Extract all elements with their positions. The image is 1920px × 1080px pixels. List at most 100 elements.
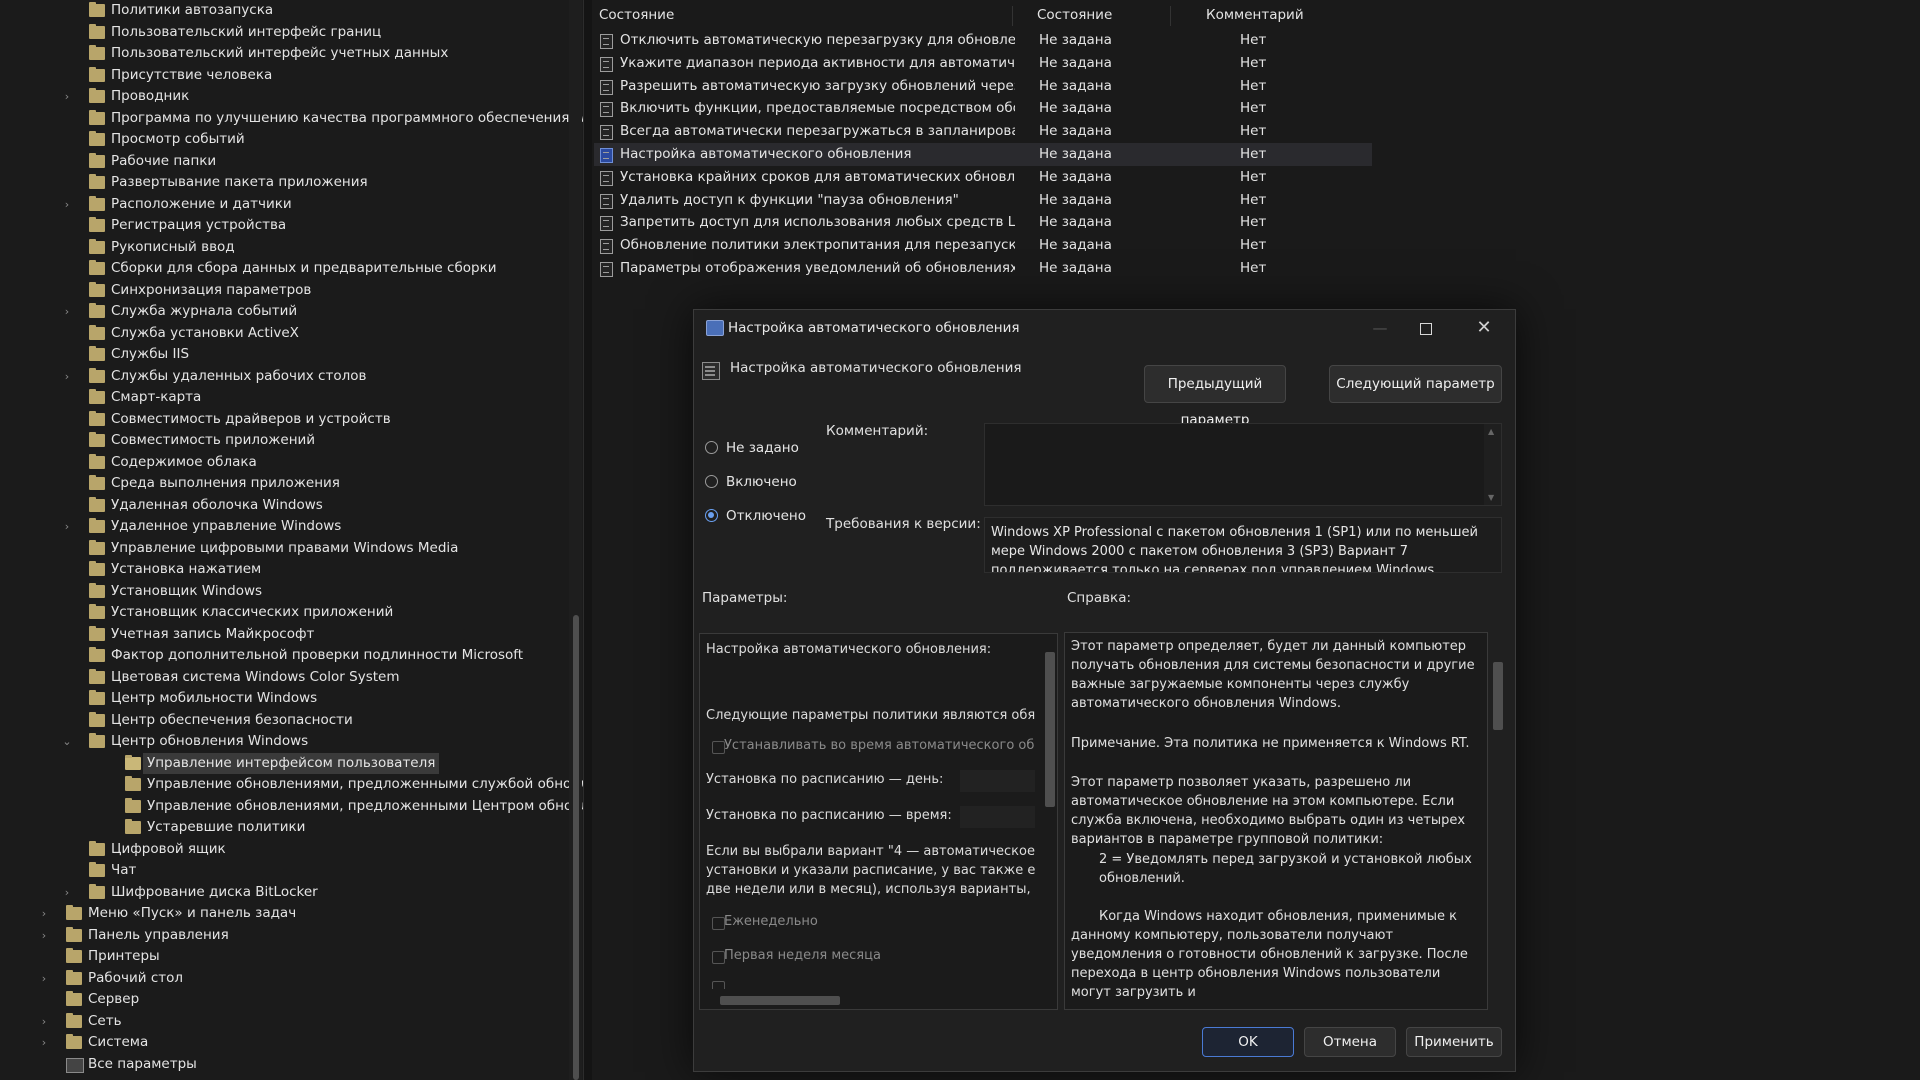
column-header-setting[interactable]: Состояние (599, 4, 674, 26)
tree-item-label: Сервер (88, 991, 140, 1007)
chevron-right-icon[interactable]: › (61, 366, 73, 388)
weekly-checkbox[interactable]: Еженедельно (706, 914, 818, 930)
policy-row[interactable]: Отключить автоматическую перезагрузку дл… (594, 29, 1372, 52)
tree-item-label: Управление обновлениями, предложенными Ц… (147, 797, 583, 814)
chevron-right-icon[interactable]: › (38, 1011, 50, 1033)
folder-icon (89, 195, 105, 211)
tree-item-label: Система (88, 1034, 149, 1050)
column-separator[interactable] (1012, 6, 1013, 26)
policy-row[interactable]: Укажите диапазон периода активности для … (594, 52, 1372, 75)
close-button[interactable]: ✕ (1461, 310, 1507, 346)
chevron-right-icon[interactable]: › (61, 86, 73, 108)
chevron-down-icon[interactable]: ⌄ (61, 731, 73, 753)
dialog-titlebar[interactable]: Настройка автоматического обновления — ✕ (694, 310, 1515, 346)
policy-name: Установка крайних сроков для автоматичес… (620, 168, 1015, 185)
comment-scrollbar[interactable]: ▲ ▼ (1484, 424, 1501, 505)
tree-item-label: Совместимость драйверов и устройств (111, 410, 391, 427)
policy-name: Всегда автоматически перезагружаться в з… (620, 123, 1015, 140)
folder-icon (89, 66, 105, 82)
options-horizontal-scrollbar[interactable] (720, 996, 840, 1005)
policy-comment: Нет (1240, 191, 1267, 208)
folder-icon (89, 367, 105, 383)
policy-comment: Нет (1240, 168, 1267, 185)
help-scrollbar[interactable] (1492, 632, 1504, 1008)
policy-row[interactable]: Обновление политики электропитания для п… (594, 234, 1372, 257)
policy-row[interactable]: Удалить доступ к функции "пауза обновлен… (594, 189, 1372, 212)
folder-icon (66, 948, 82, 963)
chevron-right-icon[interactable]: › (38, 1032, 50, 1054)
radio-circle[interactable] (705, 441, 718, 454)
tree-item-label: Учетная запись Майкрософт (111, 625, 315, 642)
policy-icon (600, 56, 613, 72)
previous-setting-button[interactable]: Предыдущий параметр (1144, 365, 1286, 428)
options-vertical-scrollbar[interactable] (1045, 652, 1055, 807)
tree-item-label: Проводник (111, 88, 190, 104)
chevron-right-icon[interactable]: › (61, 301, 73, 323)
chevron-right-icon[interactable]: › (61, 516, 73, 538)
policy-row[interactable]: Установка крайних сроков для автоматичес… (594, 166, 1372, 189)
tree-item-label: Управление интерфейсом пользователя (143, 752, 440, 774)
scroll-up-icon[interactable]: ▲ (1488, 427, 1494, 436)
checkbox-box[interactable] (712, 917, 725, 930)
checkbox-box[interactable] (712, 981, 725, 989)
chevron-right-icon[interactable]: › (38, 968, 50, 990)
chevron-right-icon[interactable]: › (61, 882, 73, 904)
tree-item-label: Панель управления (88, 926, 229, 943)
comment-textarea[interactable]: ▲ ▼ (984, 423, 1502, 506)
chevron-right-icon[interactable]: › (38, 903, 50, 925)
scroll-down-icon[interactable]: ▼ (1488, 493, 1494, 502)
policy-state: Не задана (1039, 146, 1112, 162)
tree-scrollbar-thumb[interactable] (573, 615, 579, 1080)
checkbox-box[interactable] (712, 741, 725, 754)
install-during-maintenance-checkbox[interactable]: Устанавливать во время автоматического о… (706, 738, 1035, 754)
folder-icon (89, 389, 105, 404)
policy-row[interactable]: Настройка автоматического обновления Не з… (594, 143, 1372, 166)
policy-row[interactable]: Включить функции, предоставляемые посред… (594, 97, 1372, 120)
schedule-day-select[interactable] (960, 770, 1035, 792)
help-paragraph: Когда Windows находит обновления, примен… (1071, 909, 1468, 1000)
policy-row[interactable]: Всегда автоматически перезагружаться в з… (594, 120, 1372, 143)
radio-circle[interactable] (705, 475, 718, 488)
minimize-button[interactable]: — (1357, 310, 1403, 346)
maximize-button[interactable] (1403, 310, 1449, 346)
tree-item-label: Управление цифровыми правами Windows Med… (111, 539, 459, 556)
options-title: Настройка автоматического обновления: (706, 642, 992, 657)
column-header-state[interactable]: Состояние (1037, 4, 1112, 26)
list-header: Состояние Состояние Комментарий (592, 4, 1372, 26)
folder-icon (89, 131, 105, 146)
setting-name: Настройка автоматического обновления (730, 360, 1022, 376)
tree-scrollbar[interactable] (569, 0, 582, 1080)
help-panel: Этот параметр определяет, будет ли данны… (1064, 632, 1488, 1010)
checkbox-box[interactable] (712, 951, 725, 964)
radio-circle[interactable] (705, 509, 718, 522)
navigation-tree[interactable]: Политики автозапуска Пользовательский инт… (0, 0, 583, 1080)
policy-comment: Нет (1240, 237, 1267, 254)
apply-button[interactable]: Применить (1406, 1027, 1502, 1057)
chevron-right-icon[interactable]: › (61, 194, 73, 216)
policy-row[interactable]: Параметры отображения уведомлений об обн… (594, 257, 1372, 280)
next-setting-button[interactable]: Следующий параметр (1329, 365, 1502, 403)
chevron-right-icon[interactable]: › (38, 925, 50, 947)
folder-icon (89, 668, 105, 684)
pane-divider[interactable] (583, 0, 592, 1080)
first-week-checkbox[interactable]: Первая неделя месяца (706, 948, 881, 964)
help-scrollbar-thumb[interactable] (1493, 662, 1503, 730)
column-header-comment[interactable]: Комментарий (1206, 4, 1304, 26)
tree-item-label: Устаревшие политики (147, 819, 306, 835)
folder-icon (125, 797, 141, 813)
folder-icon (89, 539, 105, 555)
policy-state: Не задана (1039, 214, 1112, 231)
column-separator[interactable] (1170, 6, 1171, 26)
option4-note-line: две недели или в месяц), используя вариа… (706, 882, 1035, 897)
cancel-button[interactable]: Отмена (1304, 1027, 1396, 1057)
folder-icon (89, 561, 105, 576)
policy-state: Не задана (1039, 54, 1112, 71)
policy-row[interactable]: Запретить доступ для использования любых… (594, 211, 1372, 234)
tree-item-label: Сеть (88, 1012, 122, 1029)
policy-row[interactable]: Разрешить автоматическую загрузку обновл… (594, 75, 1372, 98)
tree-item-label: Синхронизация параметров (111, 281, 312, 298)
ok-button[interactable]: OK (1202, 1027, 1294, 1057)
folder-icon (89, 862, 105, 877)
schedule-time-select[interactable] (960, 806, 1035, 828)
folder-icon (89, 260, 105, 275)
